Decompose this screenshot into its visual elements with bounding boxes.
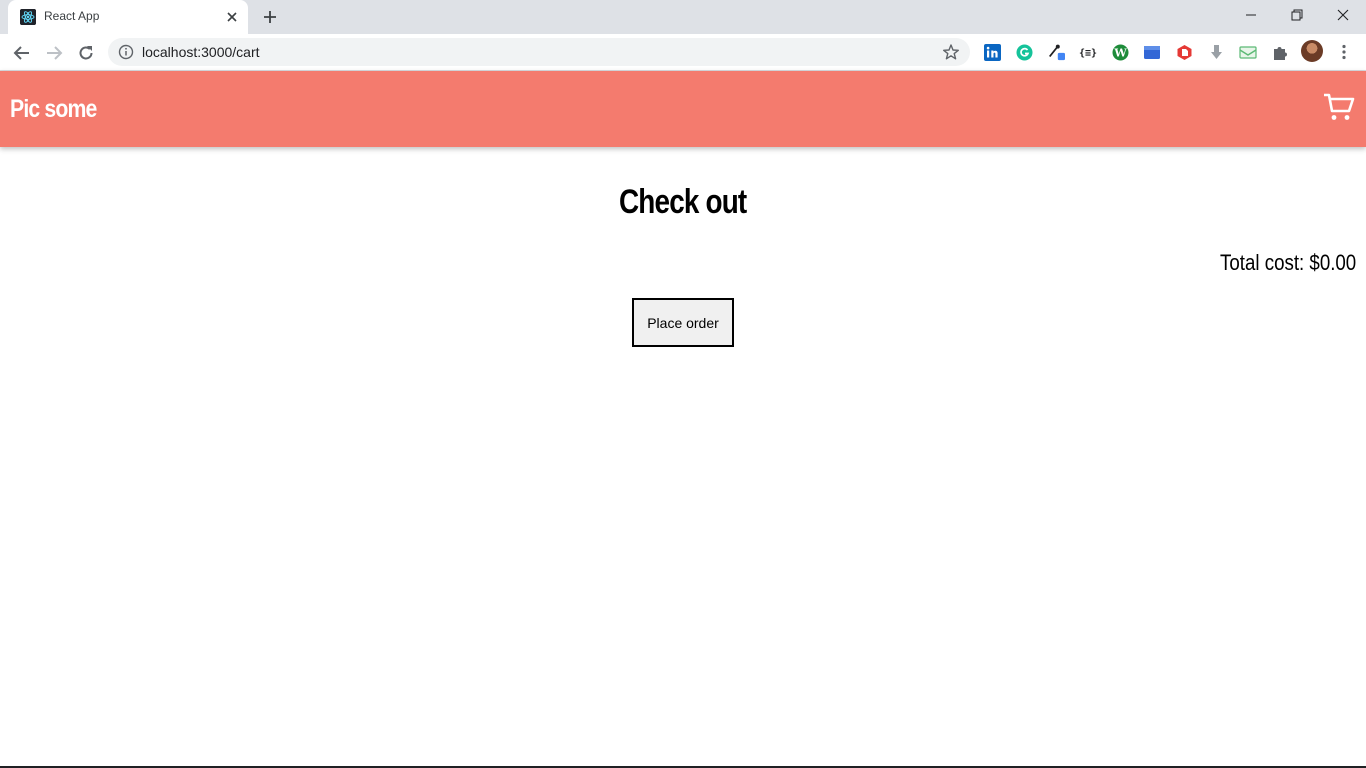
restore-button[interactable] <box>1274 0 1320 30</box>
react-logo-icon <box>20 9 36 25</box>
svg-text:W: W <box>1113 46 1127 59</box>
json-icon[interactable]: {≡} <box>1079 43 1097 61</box>
address-bar[interactable]: localhost:3000/cart <box>108 38 970 66</box>
linkedin-icon[interactable] <box>983 43 1001 61</box>
app-header: Pic some <box>0 71 1366 147</box>
reload-icon <box>79 46 93 60</box>
more-vert-icon <box>1342 44 1346 60</box>
forward-button[interactable] <box>42 41 66 65</box>
minimize-icon <box>1246 14 1256 16</box>
svg-text:{≡}: {≡} <box>1079 48 1097 59</box>
arrow-right-icon <box>47 46 63 60</box>
close-icon <box>1337 9 1349 21</box>
grammarly-icon[interactable] <box>1015 43 1033 61</box>
cart-icon[interactable] <box>1323 92 1355 122</box>
browser-tab[interactable]: React App <box>8 0 248 34</box>
mail-icon[interactable] <box>1239 43 1257 61</box>
download-icon[interactable] <box>1207 43 1225 61</box>
reload-button[interactable] <box>74 41 98 65</box>
profile-avatar[interactable] <box>1301 40 1323 62</box>
browser-menu-button[interactable] <box>1336 42 1352 62</box>
close-window-button[interactable] <box>1320 0 1366 30</box>
pdf-icon[interactable] <box>1175 43 1193 61</box>
back-button[interactable] <box>10 41 34 65</box>
page-title: Check out <box>0 183 1366 222</box>
app-logo[interactable]: Pic some <box>10 95 97 124</box>
total-cost: Total cost: $0.00 <box>1219 250 1356 275</box>
place-order-button[interactable]: Place order <box>632 298 734 347</box>
bookmark-star-icon[interactable] <box>942 43 960 61</box>
restore-icon <box>1291 9 1303 21</box>
page-title-text: Check out <box>619 183 747 221</box>
eyedropper-icon[interactable] <box>1047 43 1065 61</box>
browser-toolbar: localhost:3000/cart {≡} W <box>0 34 1366 71</box>
info-icon[interactable] <box>118 44 134 60</box>
tab-manager-icon[interactable] <box>1143 43 1161 61</box>
puzzle-icon[interactable] <box>1271 43 1289 61</box>
tab-title: React App <box>44 9 100 23</box>
close-tab-icon[interactable] <box>224 9 240 25</box>
tab-strip: React App <box>0 0 1366 34</box>
minimize-button[interactable] <box>1228 0 1274 30</box>
arrow-left-icon <box>13 46 29 60</box>
url-text[interactable]: localhost:3000/cart <box>142 45 260 59</box>
new-tab-icon[interactable] <box>260 7 280 27</box>
wordpress-icon[interactable]: W <box>1111 43 1129 61</box>
